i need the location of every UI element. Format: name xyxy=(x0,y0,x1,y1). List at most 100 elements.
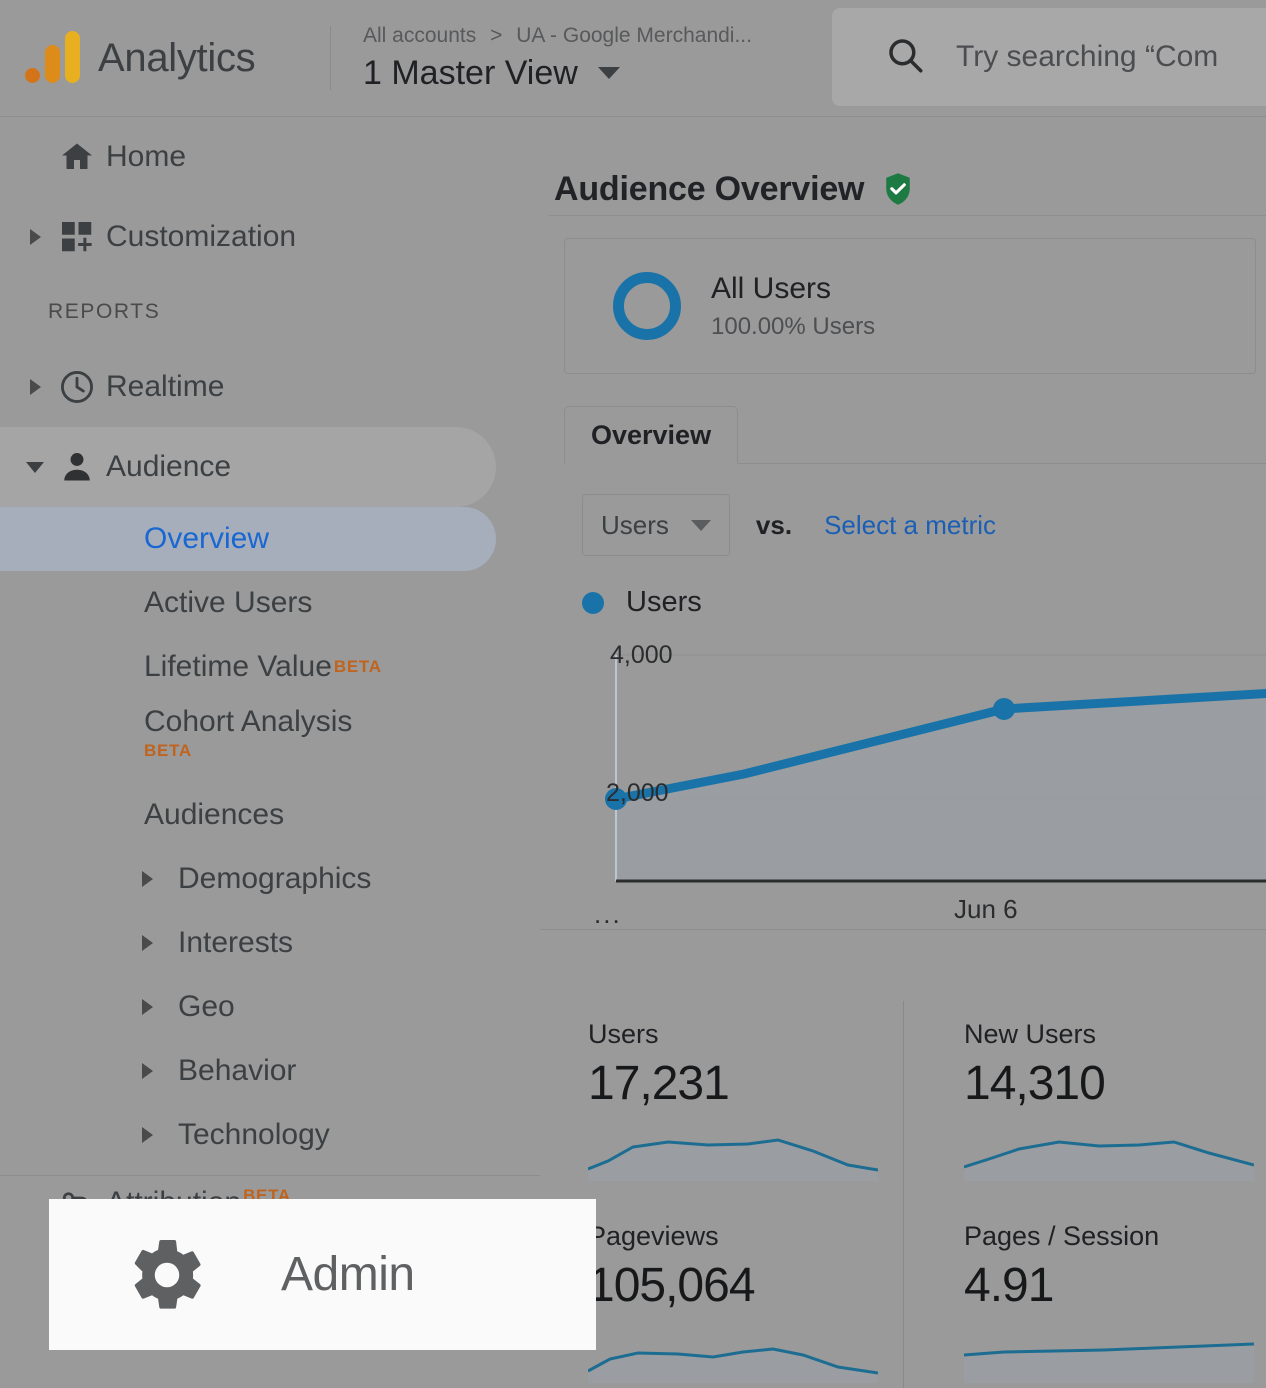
expand-arrow-demographics-icon[interactable] xyxy=(134,871,160,887)
search-input[interactable]: Try searching “Com xyxy=(956,40,1218,74)
metric-tile-label: Users xyxy=(588,1019,659,1049)
sidebar-item-audience[interactable]: Audience xyxy=(0,427,496,507)
sidebar-item-cohort-analysis[interactable]: Cohort Analysis BETA xyxy=(0,699,540,783)
expand-arrow-customization-icon[interactable] xyxy=(22,229,48,245)
metric-tiles: Users 17,231 New Users 14,310 Pageviews … xyxy=(540,1001,1266,1388)
metric-tile-value: 17,231 xyxy=(588,1057,730,1110)
users-line-chart[interactable]: 4,000 2,000 ... Jun 6 xyxy=(594,631,1266,931)
sidebar-item-behavior[interactable]: Behavior xyxy=(0,1039,540,1103)
sidebar-item-customization[interactable]: Customization xyxy=(0,197,540,277)
google-analytics-logo-icon xyxy=(22,27,82,89)
sidebar-item-label: Customization xyxy=(106,220,297,253)
sidebar-item-label: Behavior xyxy=(178,1054,297,1087)
expand-arrow-geo-icon[interactable] xyxy=(134,999,160,1015)
gear-icon xyxy=(125,1233,209,1317)
collapse-arrow-audience-icon[interactable] xyxy=(22,461,48,473)
admin-spotlight-callout[interactable]: Admin xyxy=(49,1199,596,1350)
sidebar-section-reports: REPORTS xyxy=(48,300,161,323)
vs-label: vs. xyxy=(755,509,793,540)
metric-selector-row: Users vs. Select a metric xyxy=(582,494,1266,556)
search-icon xyxy=(884,34,926,81)
expand-arrow-realtime-icon[interactable] xyxy=(22,379,48,395)
chevron-down-icon[interactable] xyxy=(690,519,711,531)
primary-metric-label: Users xyxy=(601,509,669,540)
sidebar-item-label: Overview xyxy=(144,522,270,555)
sidebar-item-label: Realtime xyxy=(106,370,225,403)
top-bar: Analytics All accounts > UA - Google Mer… xyxy=(0,0,1266,117)
segment-selector[interactable]: All Users 100.00% Users xyxy=(564,238,1256,374)
sidebar-item-geo[interactable]: Geo xyxy=(0,975,540,1039)
y-tick-label-4000: 4,000 xyxy=(610,641,673,669)
sidebar-item-lifetime-value[interactable]: Lifetime Value BETA xyxy=(0,635,540,699)
x-tick-label-start: ... xyxy=(594,899,622,929)
report-card: All Users 100.00% Users Overview Users v… xyxy=(548,215,1266,931)
sidebar-item-overview[interactable]: Overview xyxy=(0,507,496,571)
metric-tile-label: Pageviews xyxy=(588,1221,719,1251)
breadcrumb[interactable]: All accounts > UA - Google Merchandi... xyxy=(363,24,833,48)
sidebar-item-label: Cohort Analysis xyxy=(144,705,353,738)
sidebar-item-label: Audiences xyxy=(144,798,285,831)
breadcrumb-account[interactable]: All accounts xyxy=(363,24,476,47)
sidebar-item-active-users[interactable]: Active Users xyxy=(0,571,540,635)
breadcrumb-property[interactable]: UA - Google Merchandi... xyxy=(516,24,752,47)
home-icon xyxy=(48,139,106,175)
person-icon xyxy=(48,449,106,485)
segment-name: All Users xyxy=(711,271,832,305)
primary-metric-dropdown[interactable]: Users xyxy=(582,494,730,556)
brand-logo-area[interactable]: Analytics xyxy=(0,27,330,89)
legend-label: Users xyxy=(626,586,702,618)
admin-label: Admin xyxy=(281,1248,415,1301)
sidebar-item-label: Lifetime Value xyxy=(144,650,332,683)
chart-svg xyxy=(605,654,1266,883)
main-content: Audience Overview All Users 100.00% User… xyxy=(540,117,1266,1388)
donut-icon xyxy=(613,272,681,340)
sidebar-item-audiences[interactable]: Audiences xyxy=(0,783,540,847)
metric-tile-value: 105,064 xyxy=(588,1259,756,1312)
expand-arrow-interests-icon[interactable] xyxy=(134,935,160,951)
beta-badge: BETA xyxy=(144,741,192,760)
sidebar-item-technology[interactable]: Technology xyxy=(0,1103,540,1167)
segment-info: All Users 100.00% Users xyxy=(711,272,875,341)
y-tick-label-2000: 2,000 xyxy=(606,779,669,807)
view-name-label: 1 Master View xyxy=(363,53,578,92)
metric-tile-label: New Users xyxy=(964,1019,1097,1049)
sidebar-item-label: Technology xyxy=(178,1118,330,1151)
brand-name: Analytics xyxy=(98,35,256,80)
expand-arrow-technology-icon[interactable] xyxy=(134,1127,160,1143)
page-header: Audience Overview xyxy=(540,117,1266,215)
metric-tile-row: Users 17,231 New Users 14,310 xyxy=(540,1001,1266,1203)
chart-bottom-divider xyxy=(540,929,1266,930)
view-selector[interactable]: 1 Master View xyxy=(363,54,833,93)
search-bar[interactable]: Try searching “Com xyxy=(832,8,1266,106)
select-metric-link[interactable]: Select a metric xyxy=(824,510,996,541)
chevron-down-icon[interactable] xyxy=(597,67,620,79)
expand-arrow-behavior-icon[interactable] xyxy=(134,1063,160,1079)
clock-icon xyxy=(48,368,106,406)
sidebar: Home Customization REPORTS Realtime Audi… xyxy=(0,117,540,1388)
account-selector[interactable]: All accounts > UA - Google Merchandi... … xyxy=(333,0,833,116)
analytics-app: Analytics All accounts > UA - Google Mer… xyxy=(0,0,1266,1388)
metric-tile-users[interactable]: Users 17,231 xyxy=(540,1001,903,1203)
metric-tile-pages-per-session[interactable]: Pages / Session 4.91 xyxy=(903,1203,1266,1388)
metric-tile-new-users[interactable]: New Users 14,310 xyxy=(903,1001,1266,1203)
beta-badge: BETA xyxy=(333,657,382,676)
tab-overview[interactable]: Overview xyxy=(564,406,739,464)
sidebar-item-home[interactable]: Home xyxy=(0,117,540,197)
metric-tile-value: 4.91 xyxy=(964,1259,1054,1312)
legend-color-swatch xyxy=(582,591,604,614)
sidebar-item-label: Demographics xyxy=(178,862,372,895)
topbar-divider xyxy=(330,26,331,90)
sidebar-item-realtime[interactable]: Realtime xyxy=(0,347,540,427)
sparkline-users xyxy=(588,1138,878,1181)
report-tabs: Overview xyxy=(564,406,1266,464)
sidebar-item-label: Audience xyxy=(106,450,232,483)
metric-tile-value: 14,310 xyxy=(964,1057,1106,1110)
sidebar-item-demographics[interactable]: Demographics xyxy=(0,847,540,911)
sidebar-item-interests[interactable]: Interests xyxy=(0,911,540,975)
customization-icon xyxy=(48,219,106,255)
segment-percentage: 100.00% Users xyxy=(711,312,876,340)
sidebar-item-label: Geo xyxy=(178,990,235,1023)
sidebar-item-label: Home xyxy=(106,140,187,173)
sidebar-item-label: Active Users xyxy=(144,586,313,619)
page-title: Audience Overview xyxy=(554,169,865,208)
